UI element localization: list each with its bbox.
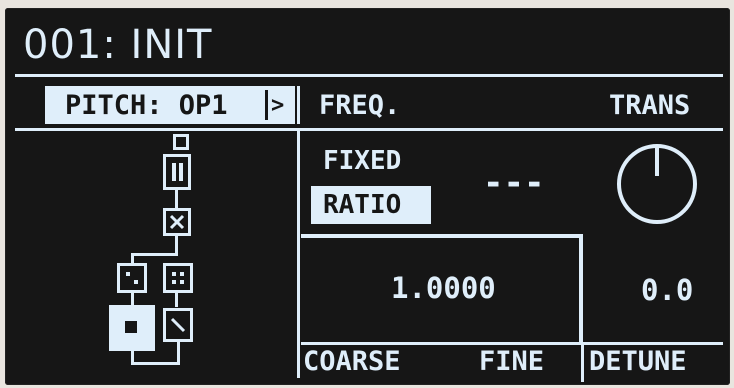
algorithm-diagram[interactable] [5,8,295,388]
diag-icon [163,308,193,342]
coarse-label: COARSE [303,346,401,377]
ratio-value: 1.0000 [391,271,496,305]
freq-header: FREQ. [319,90,401,121]
selected-square-icon[interactable] [109,305,155,351]
fixed-frequency-value[interactable]: --- [483,166,544,200]
synth-display: 001: INIT PITCH: OP1 > FREQ. TRANS FIXED… [5,8,730,385]
stack-2-icon [163,154,191,190]
footer-top-line [301,342,723,345]
cross-icon [163,208,191,236]
dots-2-icon [117,263,147,293]
fine-label: FINE [479,346,545,377]
option-fixed[interactable]: FIXED [323,148,401,174]
detune-value[interactable]: 0.0 [641,276,693,305]
dots-4-icon [163,263,193,293]
stack-1-icon [173,134,189,150]
trans-header: TRANS [609,90,691,121]
option-ratio: RATIO [323,190,402,220]
header-vertical-divider [297,86,300,124]
footer-divider [581,342,584,382]
detune-label: DETUNE [589,346,687,377]
main-vertical-divider [297,131,300,378]
trans-knob[interactable] [611,138,703,230]
